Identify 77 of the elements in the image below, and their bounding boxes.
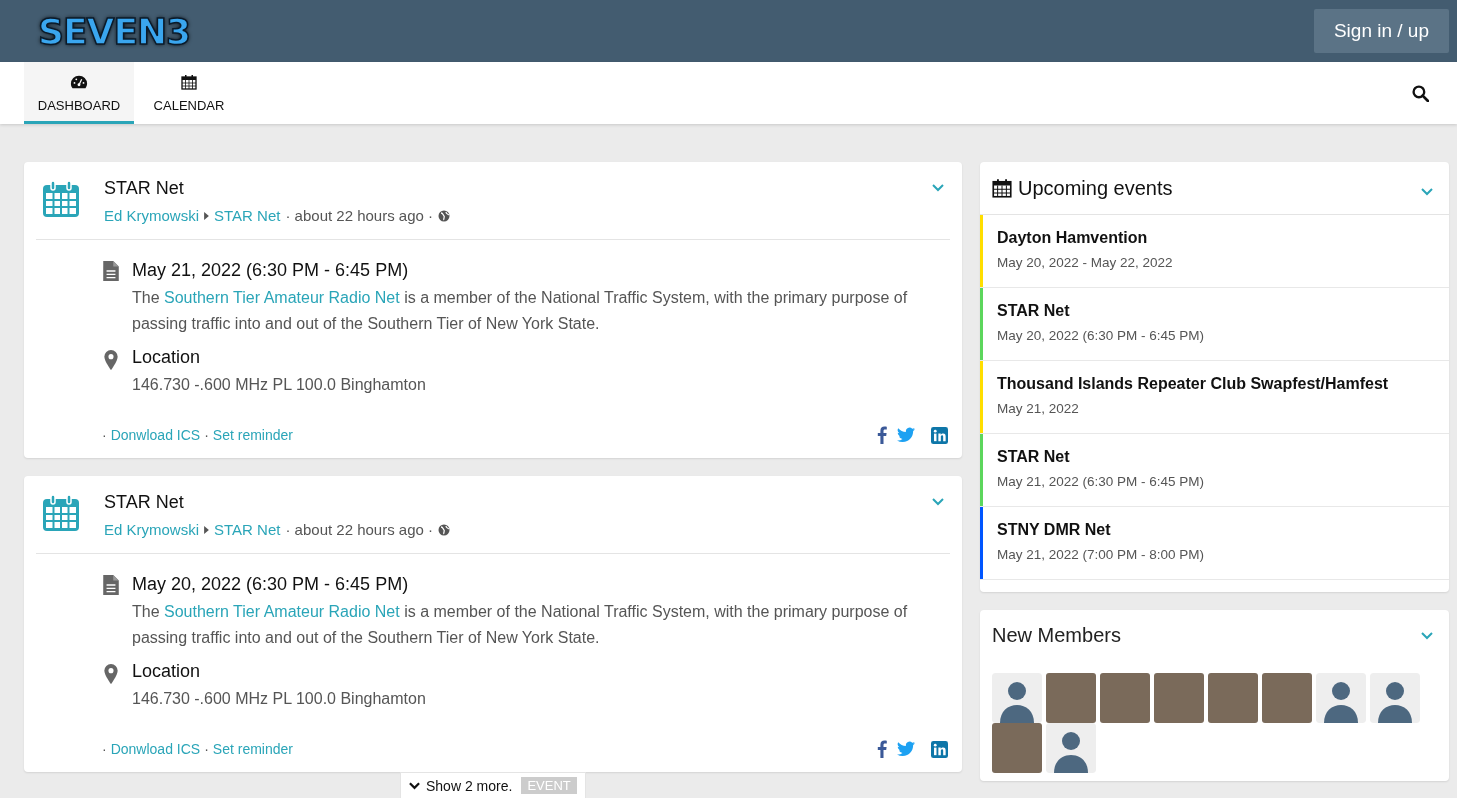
avatar-silhouette[interactable]: [1316, 673, 1366, 723]
avatar-silhouette[interactable]: [1370, 673, 1420, 723]
calendar-icon: [42, 494, 80, 532]
show-more-label: Show 2 more.: [426, 777, 513, 794]
event-date: May 20, 2022 (6:30 PM - 6:45 PM): [132, 574, 410, 595]
chevron-down-icon: [409, 781, 420, 790]
event-date: May 20, 2022 - May 22, 2022: [997, 255, 1173, 270]
event-name: Dayton Hamvention: [997, 229, 1149, 247]
event-date: May 20, 2022 (6:30 PM - 6:45 PM): [997, 328, 1205, 343]
event-name: Thousand Islands Repeater Club Swapfest/Hamfest: [997, 375, 1389, 393]
author-link[interactable]: Ed Krymowski: [104, 521, 200, 538]
separator-dot: ·: [102, 427, 107, 443]
author-link[interactable]: Ed Krymowski: [104, 207, 200, 224]
action-link[interactable]: Set reminder: [212, 741, 293, 757]
avatar-silhouette[interactable]: [1046, 723, 1096, 773]
calendar-icon: [42, 180, 80, 218]
event-description: The Southern Tier Amateur Radio Net is a member of the National Traffic System, with the primary purpose of passing traffic into and out of the Southern Tier of New York State.: [132, 602, 909, 648]
linkedin-icon[interactable]: [931, 740, 948, 758]
document-icon: [102, 575, 120, 595]
group-link[interactable]: STAR Net: [214, 207, 281, 224]
caret-icon: [204, 525, 210, 534]
chevron-down-icon[interactable]: [932, 184, 944, 192]
search-icon[interactable]: [1412, 84, 1429, 102]
twitter-icon[interactable]: [897, 427, 915, 443]
event-name: STAR Net: [997, 302, 1071, 320]
document-icon: [102, 261, 120, 281]
chevron-down-icon[interactable]: [1421, 631, 1433, 640]
nav-tab[interactable]: CALENDAR: [134, 62, 244, 124]
globe-icon: [438, 209, 451, 222]
separator-dot: ·: [102, 741, 107, 757]
logo[interactable]: SEVEN3: [38, 10, 191, 52]
location-text: 146.730 -.600 MHz PL 100.0 Binghamton: [132, 375, 427, 395]
separator-dot: ·: [204, 427, 209, 443]
panel-title: New Members: [992, 624, 1121, 647]
post-time: · about 22 hours ago ·: [285, 207, 434, 224]
event-name: STAR Net: [997, 448, 1071, 466]
chevron-down-icon[interactable]: [1421, 188, 1433, 196]
twitter-icon[interactable]: [897, 741, 915, 757]
event-description: The Southern Tier Amateur Radio Net is a member of the National Traffic System, with the primary purpose of passing traffic into and out of the Southern Tier of New York State.: [132, 288, 909, 334]
facebook-icon[interactable]: [877, 740, 887, 758]
facebook-icon[interactable]: [877, 426, 887, 444]
event-title[interactable]: STAR Net: [104, 492, 932, 513]
upcoming-event-item[interactable]: STAR Net May 20, 2022 (6:30 PM - 6:45 PM): [980, 288, 1449, 361]
linkedin-icon[interactable]: [931, 426, 948, 444]
map-pin-icon: [104, 664, 118, 684]
action-link[interactable]: Donwload ICS: [110, 427, 201, 443]
upcoming-event-item[interactable]: Thousand Islands Repeater Club Swapfest/Hamfest May 21, 2022: [980, 361, 1449, 434]
upcoming-event-item[interactable]: STNY DMR Net May 21, 2022 (7:00 PM - 8:00 PM): [980, 507, 1449, 580]
event-date: May 21, 2022: [997, 401, 1080, 416]
separator-dot: ·: [204, 741, 209, 757]
location-heading: Location: [132, 661, 202, 682]
calendar-icon: [180, 73, 198, 90]
upcoming-event-item[interactable]: STAR Net May 21, 2022 (6:30 PM - 6:45 PM): [980, 434, 1449, 507]
globe-icon: [438, 523, 451, 536]
gauge-icon: [70, 73, 88, 90]
action-link[interactable]: Set reminder: [212, 427, 293, 443]
panel-title: Upcoming events: [1018, 176, 1173, 200]
avatar-silhouette[interactable]: [992, 673, 1042, 723]
nav-tab[interactable]: DASHBOARD: [24, 62, 134, 124]
event-date: May 21, 2022 (7:00 PM - 8:00 PM): [997, 547, 1205, 562]
event-date: May 21, 2022 (6:30 PM - 6:45 PM): [997, 474, 1205, 489]
location-text: 146.730 -.600 MHz PL 100.0 Binghamton: [132, 689, 427, 709]
event-date: May 21, 2022 (6:30 PM - 6:45 PM): [132, 260, 410, 281]
sign-in-button[interactable]: Sign in / up: [1313, 9, 1449, 53]
map-pin-icon: [104, 350, 118, 370]
action-link[interactable]: Donwload ICS: [110, 741, 201, 757]
calendar-icon: [992, 178, 1012, 198]
net-link[interactable]: Southern Tier Amateur Radio Net: [164, 289, 400, 306]
location-heading: Location: [132, 347, 202, 368]
caret-icon: [204, 211, 210, 220]
net-link[interactable]: Southern Tier Amateur Radio Net: [164, 603, 400, 620]
upcoming-event-item[interactable]: Dayton Hamvention May 20, 2022 - May 22, 2022: [980, 215, 1449, 288]
group-link[interactable]: STAR Net: [214, 521, 281, 538]
event-name: STNY DMR Net: [997, 521, 1112, 539]
post-time: · about 22 hours ago ·: [285, 521, 434, 538]
event-title[interactable]: STAR Net: [104, 178, 932, 199]
chevron-down-icon[interactable]: [932, 498, 944, 506]
